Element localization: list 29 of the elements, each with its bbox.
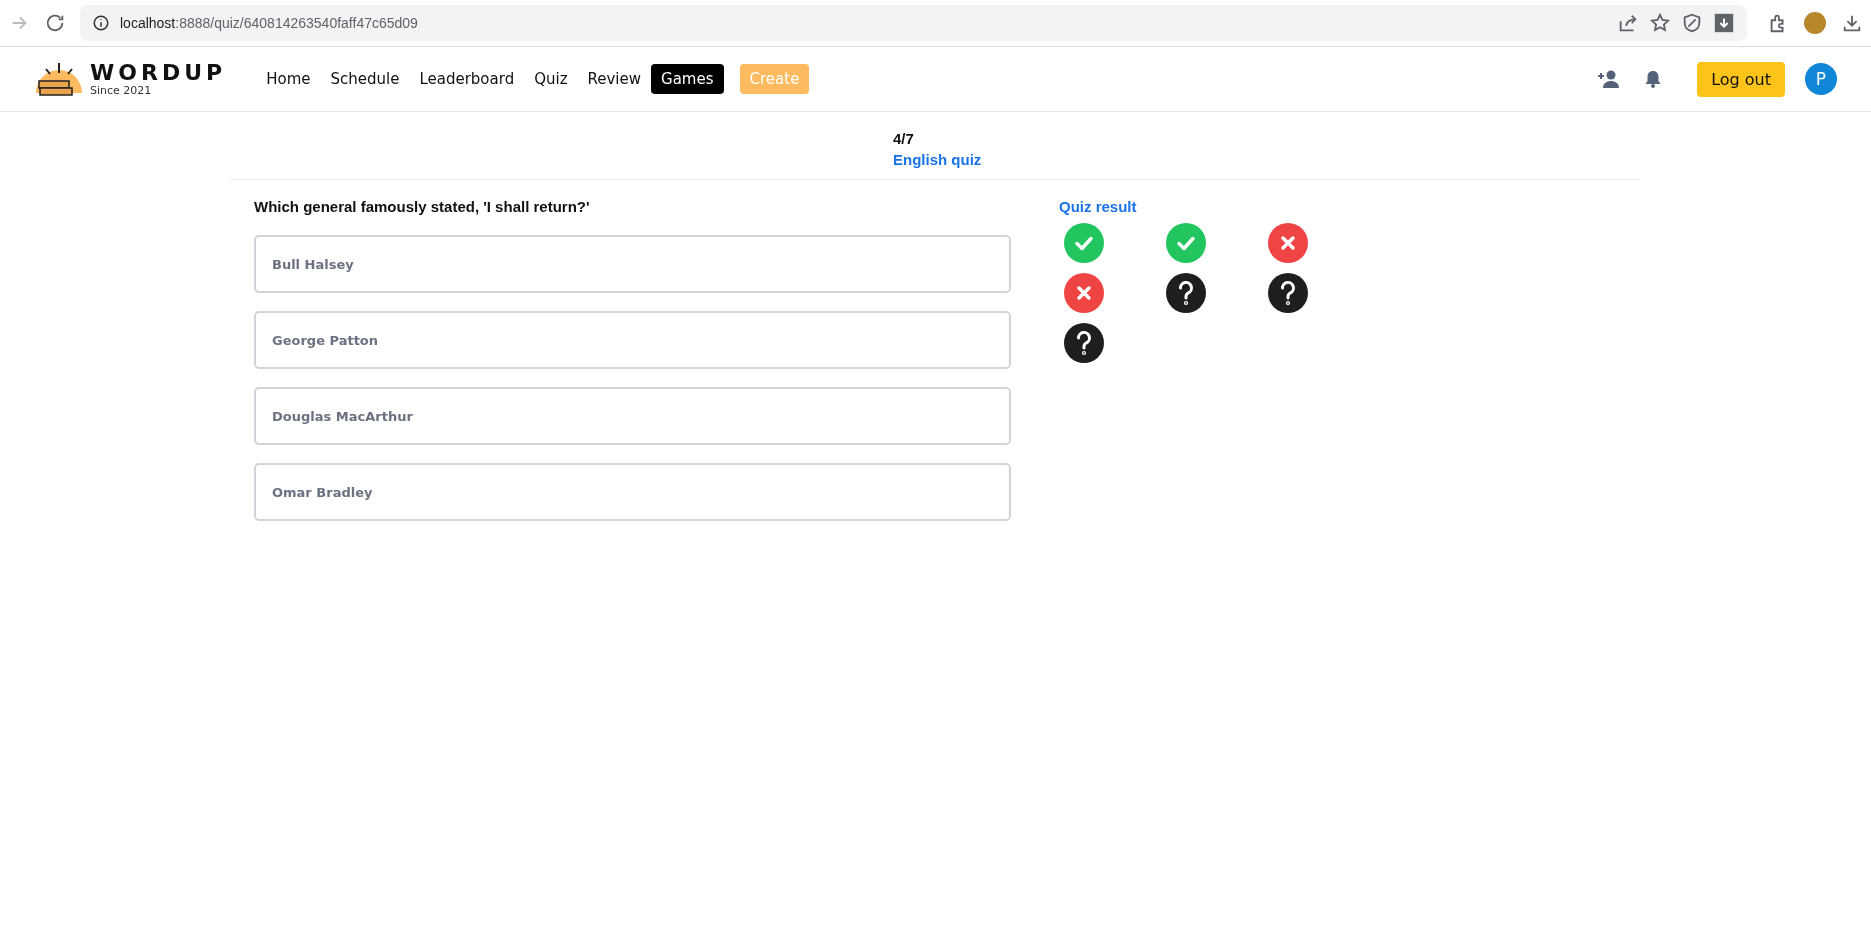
answer-option[interactable]: Omar Bradley — [254, 463, 1011, 521]
question-counter: 4/7 — [893, 129, 914, 147]
nav-link[interactable]: Leaderboard — [409, 64, 525, 94]
shield-icon[interactable] — [1681, 12, 1703, 34]
answer-option[interactable]: Douglas MacArthur — [254, 387, 1011, 445]
info-icon — [92, 14, 110, 32]
user-avatar[interactable]: P — [1805, 63, 1837, 95]
reload-icon[interactable] — [44, 12, 66, 34]
nav-link[interactable]: Games — [651, 64, 724, 94]
url-text: localhost:8888/quiz/640814263540faff47c65d09 — [120, 15, 418, 31]
answer-option[interactable]: George Patton — [254, 311, 1011, 369]
bell-icon[interactable] — [1645, 70, 1662, 88]
nav-link[interactable]: Quiz — [524, 64, 578, 94]
question-text: Which general famously stated, 'I shall return?' — [254, 198, 591, 215]
address-bar[interactable]: localhost:8888/quiz/640814263540faff47c65d09 — [80, 5, 1747, 41]
nav-link[interactable]: Review — [577, 64, 652, 94]
star-icon[interactable] — [1649, 12, 1671, 34]
quiz-title-link[interactable]: English quiz — [893, 150, 982, 168]
brand-tagline: Since 2021 — [90, 83, 153, 97]
nav-link[interactable]: Home — [256, 64, 321, 94]
nav-link[interactable]: Schedule — [320, 64, 410, 94]
download-box-icon[interactable] — [1713, 12, 1735, 34]
share-icon[interactable] — [1617, 12, 1639, 34]
logout-button[interactable]: Log out — [1697, 61, 1785, 97]
profile-picture-icon[interactable] — [1803, 11, 1827, 35]
quiz-result-link[interactable]: Quiz result — [1059, 198, 1370, 215]
add-user-icon[interactable] — [1597, 70, 1620, 88]
answer-option[interactable]: Bull Halsey — [254, 235, 1011, 293]
brand-name: WORDUP — [90, 61, 227, 84]
